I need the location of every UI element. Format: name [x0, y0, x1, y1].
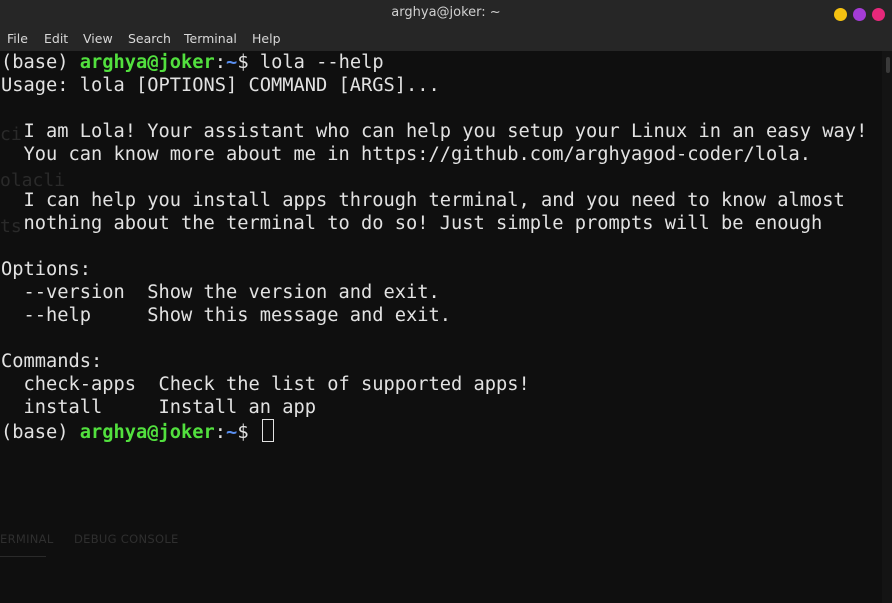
ghost-tab-underline: [0, 556, 46, 557]
ghost-tab-debug-console: DEBUG CONSOLE: [74, 532, 179, 546]
prompt-symbol: $: [237, 52, 260, 73]
menu-edit[interactable]: Edit: [44, 31, 68, 46]
menu-bar: File Edit View Search Terminal Help: [0, 27, 892, 51]
prompt-line: (base) arghya@joker:~$ lola --help: [1, 51, 384, 74]
prompt-colon: :: [214, 422, 227, 443]
option-help: --help Show this message and exit.: [1, 305, 452, 326]
prompt-path: ~: [226, 52, 238, 73]
output-line: You can know more about me in https://gi…: [1, 144, 812, 165]
menu-help[interactable]: Help: [252, 31, 281, 46]
scroll-thumb[interactable]: [886, 57, 890, 73]
menu-view[interactable]: View: [83, 31, 113, 46]
option-version: --version Show the version and exit.: [1, 282, 440, 303]
output-line: I can help you install apps through term…: [1, 190, 845, 211]
typed-command: lola --help: [259, 52, 384, 73]
title-bar[interactable]: arghya@joker: ~: [0, 0, 892, 27]
prompt-symbol: $: [237, 422, 260, 443]
maximize-button[interactable]: [853, 8, 866, 21]
scrollbar[interactable]: [882, 51, 892, 603]
menu-search[interactable]: Search: [128, 31, 171, 46]
prompt-line: (base) arghya@joker:~$: [1, 419, 274, 444]
output-line: I am Lola! Your assistant who can help y…: [1, 121, 868, 142]
commands-header: Commands:: [1, 351, 103, 372]
ghost-tab-terminal: ERMINAL: [0, 532, 54, 546]
window-title: arghya@joker: ~: [391, 5, 501, 20]
command-check-apps: check-apps Check the list of supported a…: [1, 374, 530, 395]
text-cursor[interactable]: [261, 419, 274, 442]
user-host: arghya@joker: [79, 422, 215, 443]
close-button[interactable]: [872, 8, 885, 21]
options-header: Options:: [1, 259, 92, 280]
output-line: nothing about the terminal to do so! Jus…: [1, 213, 823, 234]
terminal-window: arghya@joker: ~ File Edit View Search Te…: [0, 0, 892, 603]
prompt-colon: :: [214, 52, 227, 73]
conda-env: (base): [1, 422, 80, 443]
minimize-button[interactable]: [834, 8, 847, 21]
user-host: arghya@joker: [79, 52, 215, 73]
menu-file[interactable]: File: [7, 31, 28, 46]
output-line-usage: Usage: lola [OPTIONS] COMMAND [ARGS]...: [1, 75, 440, 96]
menu-terminal[interactable]: Terminal: [184, 31, 237, 46]
prompt-path: ~: [226, 422, 238, 443]
conda-env: (base): [1, 52, 80, 73]
command-install: install Install an app: [1, 397, 317, 418]
ghost-text: olacli: [0, 170, 66, 191]
